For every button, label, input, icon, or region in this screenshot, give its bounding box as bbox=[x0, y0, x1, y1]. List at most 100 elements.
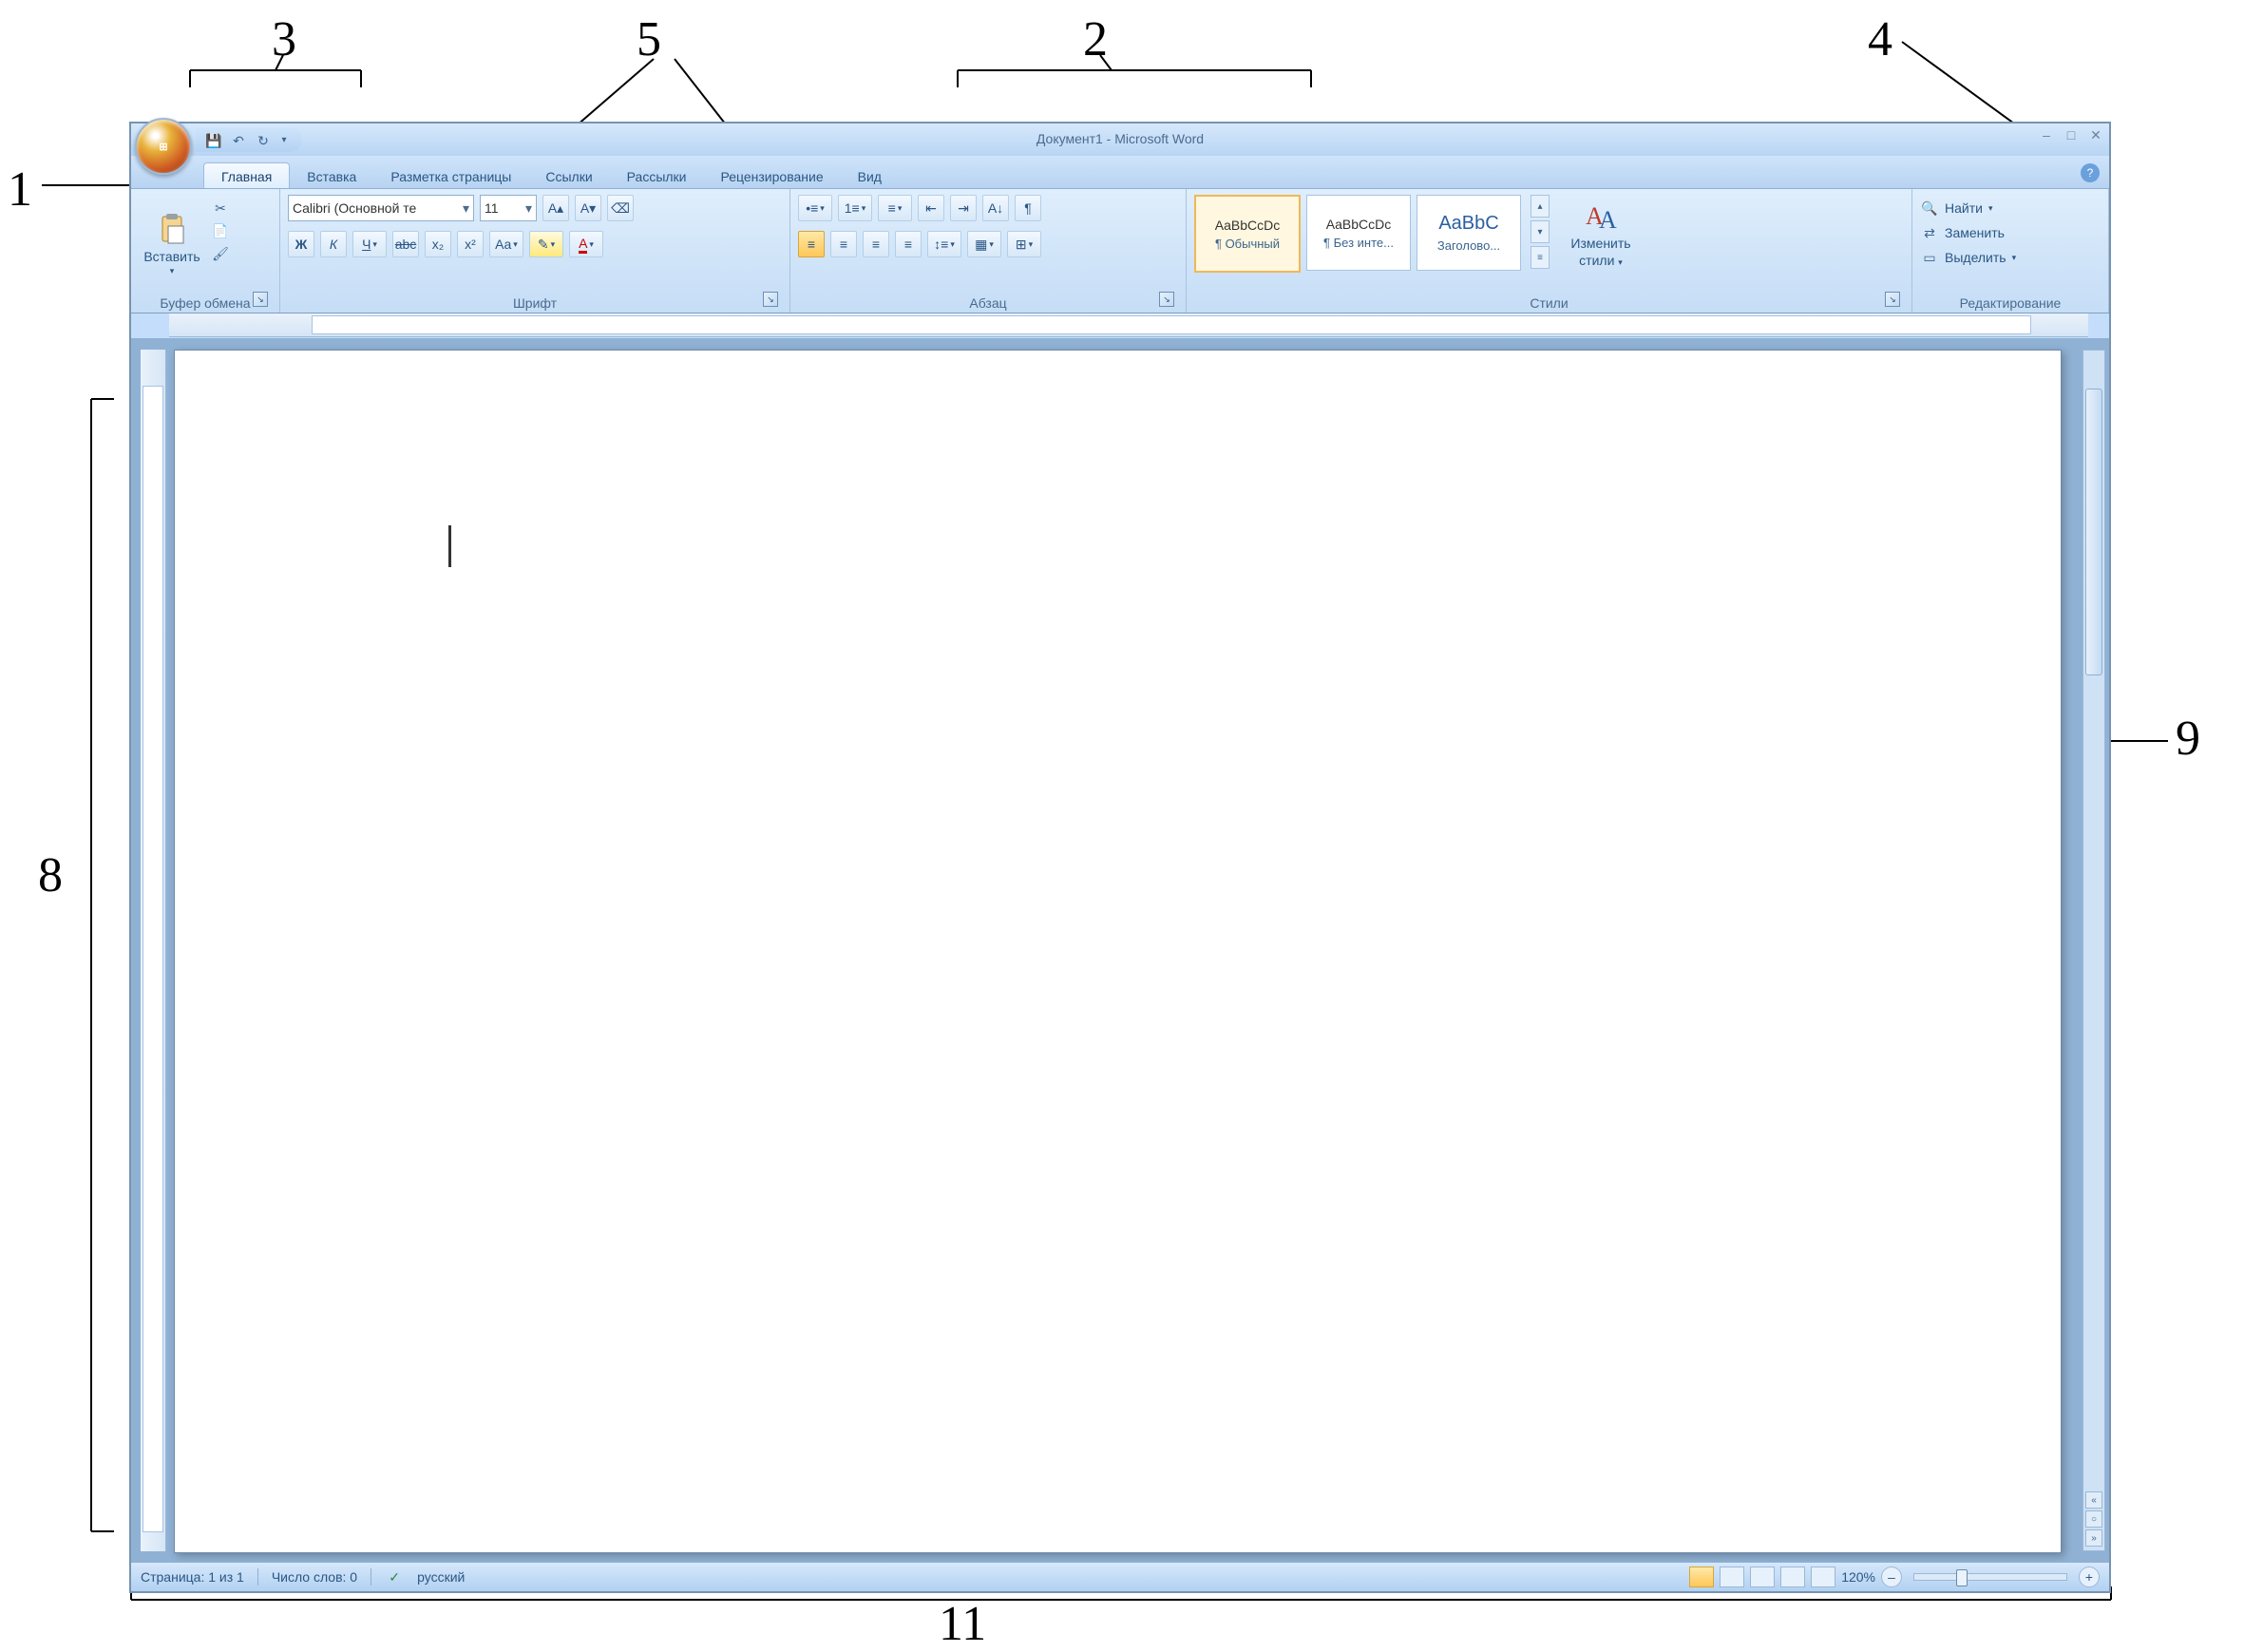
app-window: ⊞ 💾 ↶ ↻ ▾ Документ1 - Microsoft Word – □… bbox=[129, 122, 2111, 1593]
style-name: ¶ Без инте... bbox=[1323, 236, 1394, 250]
outdent-button[interactable]: ⇤ bbox=[918, 195, 944, 221]
cut-icon[interactable]: ✂ bbox=[211, 199, 230, 218]
zoom-slider[interactable] bbox=[1913, 1573, 2067, 1581]
chevron-down-icon: ▾ bbox=[170, 266, 175, 276]
callout-9: 9 bbox=[2176, 711, 2200, 767]
callout-5: 5 bbox=[637, 11, 661, 67]
styles-up-button[interactable]: ▴ bbox=[1531, 195, 1550, 218]
title-bar: ⊞ 💾 ↶ ↻ ▾ Документ1 - Microsoft Word – □… bbox=[131, 123, 2109, 156]
view-full-screen[interactable] bbox=[1720, 1567, 1744, 1587]
font-launcher[interactable]: ↘ bbox=[763, 292, 778, 307]
justify-button[interactable]: ≡ bbox=[895, 231, 922, 257]
strike-button[interactable]: abc bbox=[392, 231, 419, 257]
close-button[interactable]: ✕ bbox=[2088, 127, 2103, 143]
change-case-button[interactable]: Aa▾ bbox=[489, 231, 523, 257]
change-styles-button[interactable]: AA Изменить стили ▾ bbox=[1555, 195, 1646, 273]
paste-label: Вставить bbox=[143, 249, 200, 264]
zoom-out-button[interactable]: – bbox=[1881, 1567, 1902, 1587]
proof-icon[interactable]: ✓ bbox=[385, 1567, 404, 1586]
browse-object-button[interactable]: ○ bbox=[2085, 1510, 2102, 1528]
align-right-button[interactable]: ≡ bbox=[863, 231, 889, 257]
workspace: « ○ » bbox=[131, 338, 2109, 1563]
clipboard-launcher[interactable]: ↘ bbox=[253, 292, 268, 307]
font-size-combo[interactable]: 11▾ bbox=[480, 195, 537, 221]
next-page-button[interactable]: » bbox=[2085, 1529, 2102, 1547]
view-outline[interactable] bbox=[1780, 1567, 1805, 1587]
multilevel-button[interactable]: ≡▾ bbox=[878, 195, 912, 221]
tab-view[interactable]: Вид bbox=[841, 163, 899, 188]
style-heading1[interactable]: AaBbC Заголово... bbox=[1417, 195, 1521, 271]
font-color-button[interactable]: A▾ bbox=[569, 231, 603, 257]
highlight-button[interactable]: ✎▾ bbox=[529, 231, 563, 257]
shrink-font-button[interactable]: A▾ bbox=[575, 195, 601, 221]
style-no-spacing[interactable]: AaBbCcDc ¶ Без инте... bbox=[1306, 195, 1411, 271]
subscript-button[interactable]: x₂ bbox=[425, 231, 451, 257]
zoom-in-button[interactable]: + bbox=[2079, 1567, 2100, 1587]
prev-page-button[interactable]: « bbox=[2085, 1491, 2102, 1509]
document-page[interactable] bbox=[174, 350, 2062, 1553]
superscript-button[interactable]: x² bbox=[457, 231, 484, 257]
select-icon: ▭ bbox=[1920, 248, 1939, 267]
replace-button[interactable]: ⇄ Заменить bbox=[1920, 223, 2016, 242]
bold-button[interactable]: Ж bbox=[288, 231, 314, 257]
tab-mailings[interactable]: Рассылки bbox=[610, 163, 704, 188]
zoom-level[interactable]: 120% bbox=[1841, 1569, 1875, 1585]
scrollbar-vertical[interactable]: « ○ » bbox=[2082, 350, 2105, 1551]
office-button[interactable]: ⊞ bbox=[135, 118, 192, 175]
clear-format-button[interactable]: ⌫ bbox=[607, 195, 634, 221]
tab-home[interactable]: Главная bbox=[203, 162, 290, 188]
svg-text:A: A bbox=[1599, 206, 1617, 234]
numbering-button[interactable]: 1≡▾ bbox=[838, 195, 872, 221]
paste-button[interactable]: Вставить ▾ bbox=[139, 195, 205, 294]
select-button[interactable]: ▭ Выделить▾ bbox=[1920, 248, 2016, 267]
tab-references[interactable]: Ссылки bbox=[528, 163, 609, 188]
align-left-button[interactable]: ≡ bbox=[798, 231, 825, 257]
styles-more-button[interactable]: ≡ bbox=[1531, 246, 1550, 269]
copy-icon[interactable]: 📄 bbox=[211, 221, 230, 240]
view-print-layout[interactable] bbox=[1689, 1567, 1714, 1587]
change-styles-label2: стили bbox=[1579, 253, 1614, 268]
window-controls: – □ ✕ bbox=[2039, 127, 2103, 143]
group-styles-label: Стили ↘ bbox=[1194, 294, 1904, 311]
borders-button[interactable]: ⊞▾ bbox=[1007, 231, 1041, 257]
align-center-button[interactable]: ≡ bbox=[830, 231, 857, 257]
view-web[interactable] bbox=[1750, 1567, 1775, 1587]
grow-font-button[interactable]: A▴ bbox=[542, 195, 569, 221]
maximize-button[interactable]: □ bbox=[2063, 127, 2079, 143]
underline-button[interactable]: Ч▾ bbox=[352, 231, 387, 257]
status-wordcount[interactable]: Число слов: 0 bbox=[272, 1569, 357, 1585]
sort-button[interactable]: A↓ bbox=[982, 195, 1009, 221]
shading-button[interactable]: ▦▾ bbox=[967, 231, 1001, 257]
scrollbar-thumb[interactable] bbox=[2085, 389, 2102, 675]
replace-icon: ⇄ bbox=[1920, 223, 1939, 242]
group-paragraph: •≡▾ 1≡▾ ≡▾ ⇤ ⇥ A↓ ¶ ≡ ≡ ≡ ≡ ↕≡▾ ▦▾ bbox=[790, 189, 1187, 313]
italic-button[interactable]: К bbox=[320, 231, 347, 257]
view-draft[interactable] bbox=[1811, 1567, 1835, 1587]
style-normal[interactable]: AaBbCcDc ¶ Обычный bbox=[1194, 195, 1301, 273]
find-button[interactable]: 🔍 Найти▾ bbox=[1920, 199, 2016, 218]
tab-insert[interactable]: Вставка bbox=[290, 163, 373, 188]
zoom-thumb[interactable] bbox=[1956, 1569, 1968, 1586]
show-marks-button[interactable]: ¶ bbox=[1015, 195, 1041, 221]
indent-button[interactable]: ⇥ bbox=[950, 195, 977, 221]
bullets-button[interactable]: •≡▾ bbox=[798, 195, 832, 221]
paste-icon bbox=[155, 213, 189, 247]
line-spacing-button[interactable]: ↕≡▾ bbox=[927, 231, 961, 257]
format-painter-icon[interactable]: 🖌 bbox=[211, 244, 230, 263]
group-clipboard-label: Буфер обмена ↘ bbox=[139, 294, 272, 311]
help-button[interactable]: ? bbox=[2081, 163, 2100, 182]
find-icon: 🔍 bbox=[1920, 199, 1939, 218]
callout-1: 1 bbox=[8, 161, 32, 218]
tab-review[interactable]: Рецензирование bbox=[704, 163, 841, 188]
callout-4: 4 bbox=[1868, 11, 1892, 67]
ruler-vertical[interactable] bbox=[141, 350, 166, 1551]
status-language[interactable]: русский bbox=[417, 1569, 465, 1585]
ruler-horizontal[interactable] bbox=[169, 313, 2088, 337]
styles-down-button[interactable]: ▾ bbox=[1531, 220, 1550, 243]
tab-page-layout[interactable]: Разметка страницы bbox=[373, 163, 528, 188]
paragraph-launcher[interactable]: ↘ bbox=[1159, 292, 1174, 307]
status-page[interactable]: Страница: 1 из 1 bbox=[141, 1569, 244, 1585]
minimize-button[interactable]: – bbox=[2039, 127, 2054, 143]
styles-launcher[interactable]: ↘ bbox=[1885, 292, 1900, 307]
font-family-combo[interactable]: Calibri (Основной те▾ bbox=[288, 195, 474, 221]
